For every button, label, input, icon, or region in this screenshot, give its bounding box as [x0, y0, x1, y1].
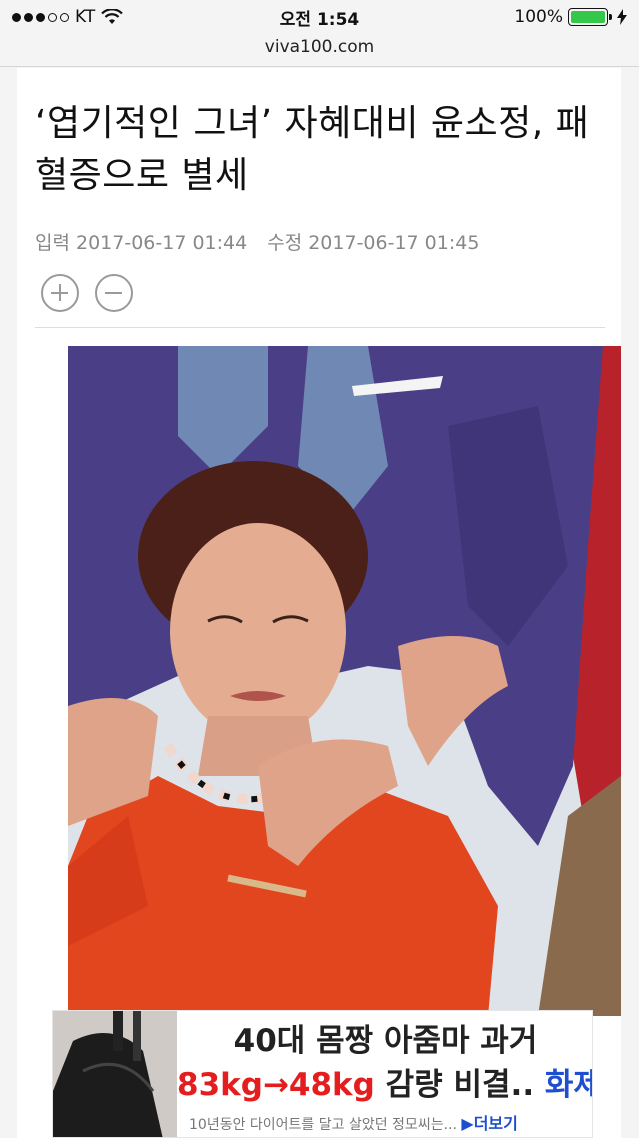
ad-weight-change: 83kg→48kg — [177, 1067, 375, 1103]
url-bar[interactable]: viva100.com — [0, 34, 639, 64]
status-left: KT — [12, 7, 124, 27]
article-headline: ‘엽기적인 그녀’ 자혜대비 윤소정, 패혈증으로 별세 — [35, 103, 590, 196]
ad-more-link[interactable]: ▶더보기 — [461, 1114, 517, 1133]
status-bar: KT 오전 1:54 100% — [0, 0, 639, 34]
status-right: 100% — [514, 7, 627, 27]
ad-thumbnail — [53, 1011, 177, 1137]
article-meta: 입력 2017-06-17 01:44 수정 2017-06-17 01:45 — [35, 228, 479, 255]
ad-banner[interactable]: 40대 몸짱 아줌마 과거 83kg→48kg 감량 비결.. 화제! 10년동… — [52, 1010, 593, 1138]
wifi-icon — [101, 9, 124, 24]
signal-dots-icon — [12, 12, 69, 22]
article-card: ‘엽기적인 그녀’ 자혜대비 윤소정, 패혈증으로 별세 입력 2017-06-… — [17, 68, 621, 1138]
font-size-controls — [41, 274, 133, 312]
modified-date: 수정 2017-06-17 01:45 — [267, 232, 480, 254]
ad-headline: 40대 몸짱 아줌마 과거 — [233, 1023, 538, 1059]
meta-divider — [35, 327, 605, 328]
carrier-label: KT — [75, 7, 96, 27]
url-domain: viva100.com — [264, 37, 375, 57]
battery-percent: 100% — [514, 7, 563, 27]
article-photo — [68, 346, 621, 1016]
published-date: 입력 2017-06-17 01:44 — [35, 232, 248, 254]
charging-bolt-icon — [617, 9, 627, 25]
ad-description-text: 10년동안 다이어트를 달고 살았던 정모씨는... — [189, 1117, 457, 1133]
ad-secret-text: 감량 비결.. — [374, 1067, 545, 1103]
ad-subheadline: 83kg→48kg 감량 비결.. 화제! — [177, 1059, 592, 1104]
battery-icon — [568, 8, 612, 26]
ad-description: 10년동안 다이어트를 달고 살았던 정모씨는... ▶더보기 — [189, 1110, 518, 1134]
minus-circle-icon[interactable] — [95, 274, 133, 312]
plus-circle-icon[interactable] — [41, 274, 79, 312]
toolbar-divider — [0, 66, 639, 67]
ad-hot-text: 화제! — [544, 1067, 592, 1103]
